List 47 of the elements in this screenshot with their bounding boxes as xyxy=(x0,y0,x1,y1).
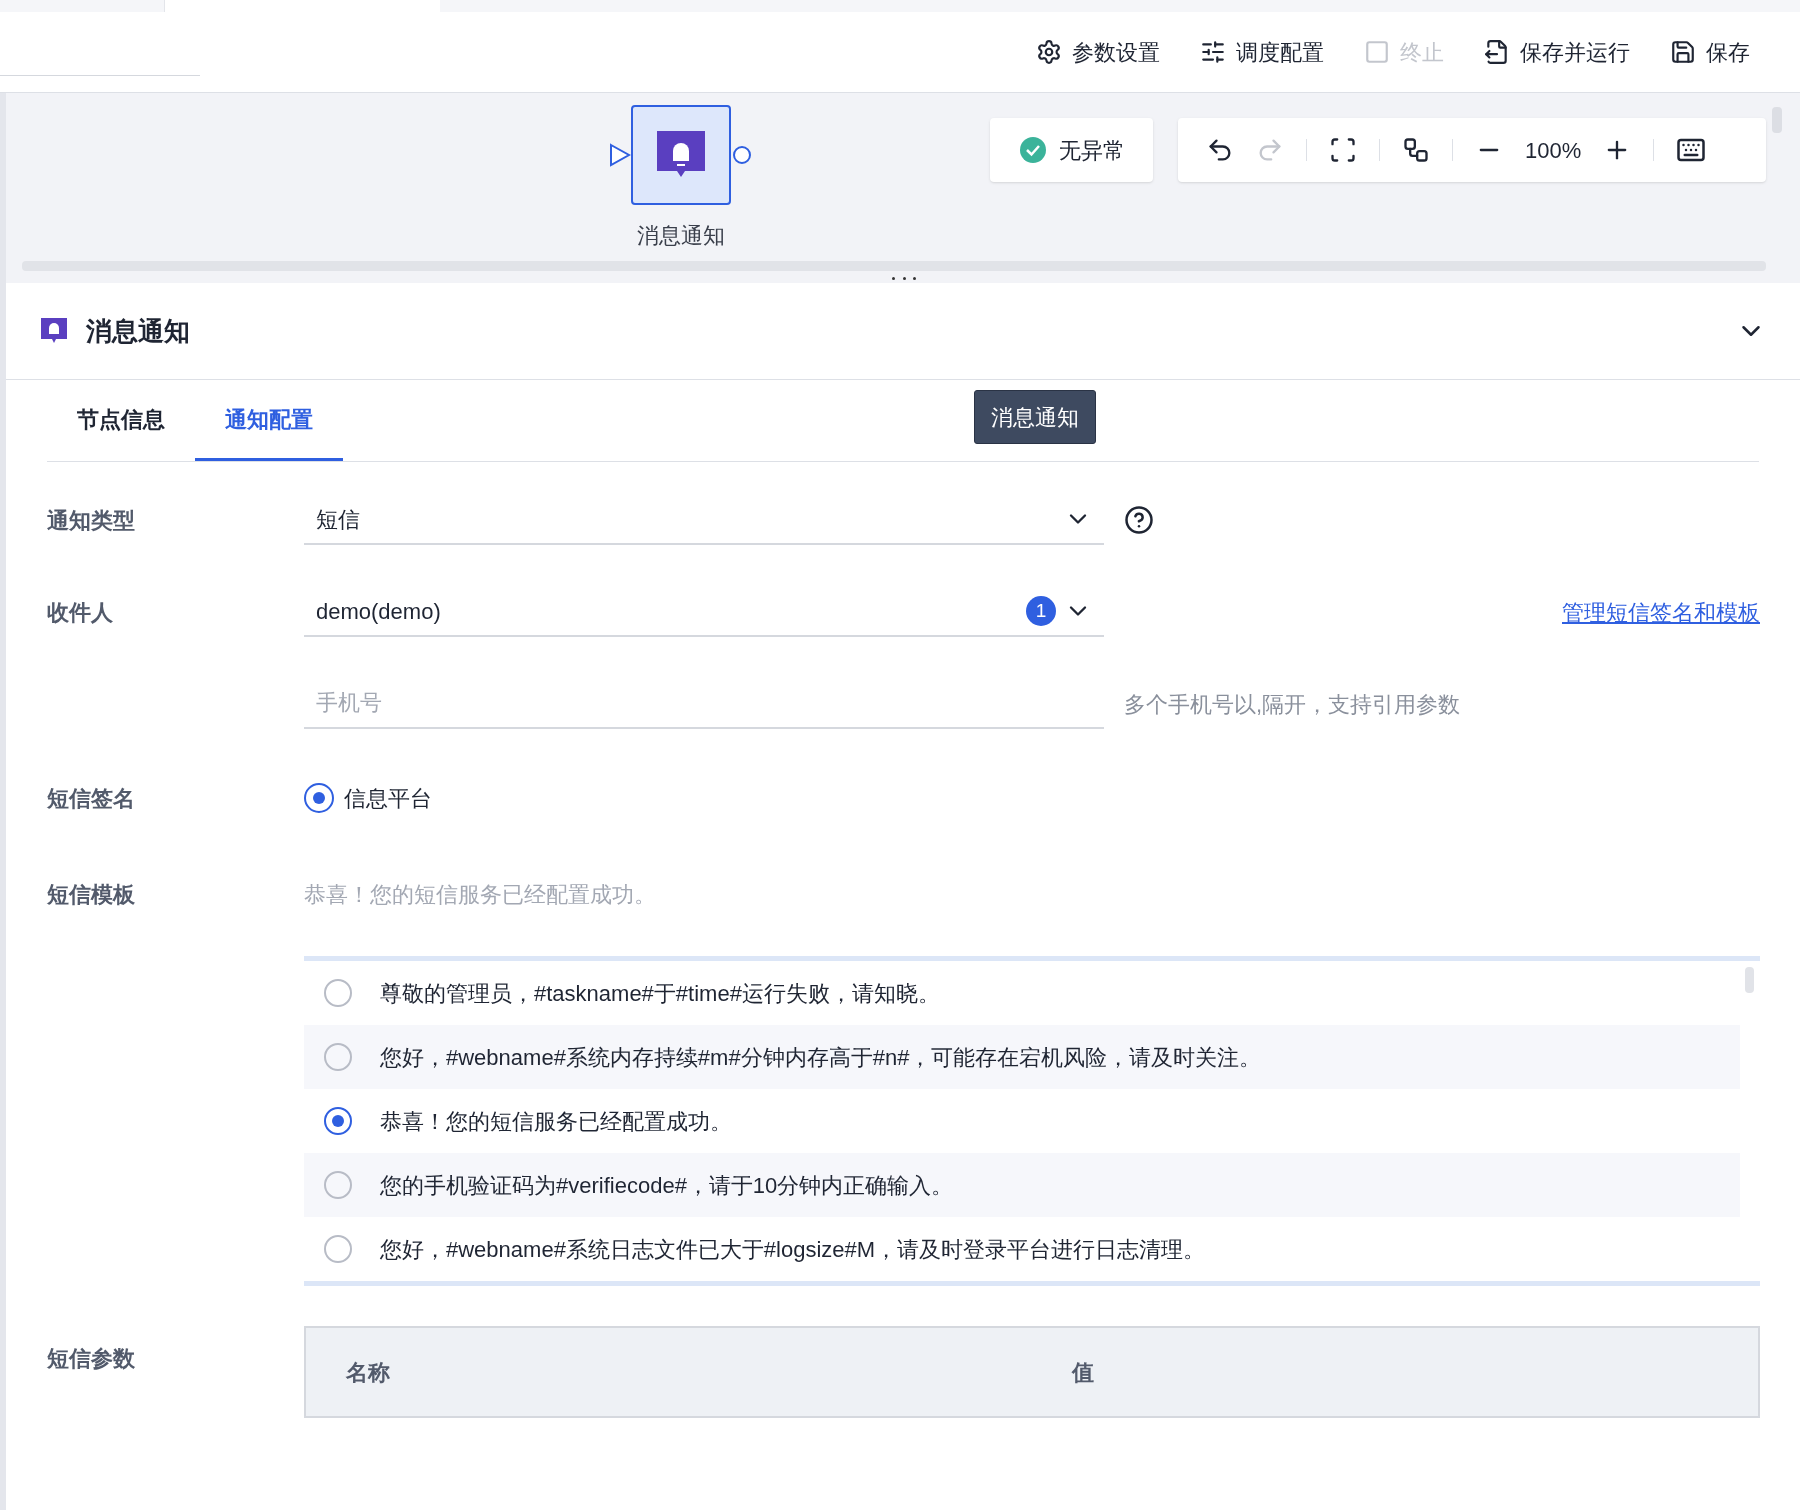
radio-button[interactable] xyxy=(304,783,334,813)
radio-button[interactable] xyxy=(324,1043,352,1071)
select-field[interactable]: 短信 xyxy=(304,495,1104,545)
bell-icon xyxy=(40,317,68,345)
file-export-icon xyxy=(1484,39,1510,65)
toolbar-button[interactable]: 保存并运行 xyxy=(1484,35,1630,69)
field-label: 收件人 xyxy=(47,598,114,627)
field-label: 短信签名 xyxy=(47,784,136,813)
column-header: 名称 xyxy=(345,1358,391,1387)
phone-field[interactable]: 手机号 xyxy=(304,679,1104,729)
radio-button[interactable] xyxy=(324,1107,352,1135)
node-label: 消息通知 xyxy=(637,222,725,250)
toolbar-button[interactable]: 调度配置 xyxy=(1200,35,1324,69)
radio-label[interactable]: 信息平台 xyxy=(344,781,432,815)
vertical-scrollbar[interactable] xyxy=(1745,967,1754,993)
column-header: 值 xyxy=(1070,1358,1095,1387)
field-label: 短信模板 xyxy=(47,880,136,909)
radio-button[interactable] xyxy=(324,979,352,1007)
radio-button[interactable] xyxy=(324,1235,352,1263)
template-option[interactable]: 您的手机验证码为#verifiecode#，请于10分钟内正确输入。 xyxy=(304,1153,1740,1217)
field-label: 通知类型 xyxy=(47,506,136,535)
toolbar-button[interactable]: 参数设置 xyxy=(1036,35,1160,69)
tooltip: 消息通知 xyxy=(974,390,1096,444)
sliders-icon xyxy=(1200,39,1226,65)
zoom-level: 100% xyxy=(1525,136,1582,165)
fit-view-icon[interactable] xyxy=(1329,136,1357,164)
hint-text: 多个手机号以,隔开，支持引用参数 xyxy=(1124,690,1461,719)
manage-link[interactable]: 管理短信签名和模板 xyxy=(1562,595,1760,629)
help-icon[interactable] xyxy=(1124,505,1154,535)
stop-icon xyxy=(1364,39,1390,65)
output-port-icon xyxy=(731,144,753,166)
template-option[interactable]: 您好，#webname#系统内存持续#m#分钟内存高于#n#，可能存在宕机风险，请及时关注。 xyxy=(304,1025,1740,1089)
gear-icon xyxy=(1036,39,1062,65)
flow-node[interactable] xyxy=(631,105,731,205)
layout-icon[interactable] xyxy=(1402,136,1430,164)
status-text: 无异常 xyxy=(1058,136,1125,165)
save-icon xyxy=(1670,39,1696,65)
toolbar-button[interactable]: 保存 xyxy=(1670,35,1750,69)
panel-title: 消息通知 xyxy=(86,314,190,348)
template-preview: 恭喜！您的短信服务已经配置成功。 xyxy=(304,880,656,909)
field-label: 短信参数 xyxy=(47,1345,136,1373)
select-field[interactable]: demo(demo) 1 xyxy=(304,587,1104,637)
tab[interactable]: 通知配置 xyxy=(195,380,343,461)
tab[interactable]: 节点信息 xyxy=(47,380,195,461)
check-circle-icon xyxy=(1018,136,1047,164)
radio-button[interactable] xyxy=(324,1171,352,1199)
count-badge: 1 xyxy=(1026,596,1056,626)
